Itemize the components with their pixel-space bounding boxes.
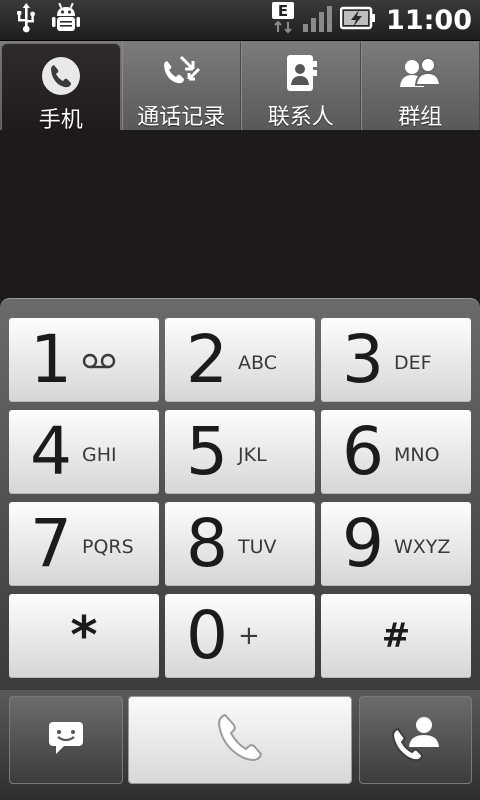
key-6[interactable]: 6 MNO [321, 410, 471, 494]
key-letters: + [238, 621, 260, 651]
groups-icon [398, 53, 442, 93]
key-letters: TUV [238, 536, 277, 558]
phone-handset-icon [213, 711, 267, 769]
key-hash[interactable]: # [321, 594, 471, 678]
call-button[interactable] [128, 696, 352, 784]
key-star[interactable]: * [9, 594, 159, 678]
call-log-icon [159, 53, 203, 93]
voicemail-icon [82, 352, 138, 375]
sms-button[interactable] [9, 696, 123, 784]
key-digit: 8 [186, 505, 228, 582]
message-icon [46, 719, 86, 761]
add-call-contact-icon [389, 713, 443, 767]
key-letters: PQRS [82, 536, 134, 558]
key-2[interactable]: 2 ABC [165, 318, 315, 402]
key-letters: JKL [238, 444, 267, 466]
tab-groups[interactable]: 群组 [360, 41, 480, 130]
key-8[interactable]: 8 TUV [165, 502, 315, 586]
key-0[interactable]: 0 + [165, 594, 315, 678]
key-3[interactable]: 3 DEF [321, 318, 471, 402]
key-letters: DEF [394, 352, 432, 374]
battery-charging-icon [339, 4, 376, 36]
tab-label: 通话记录 [137, 105, 226, 130]
tab-contacts[interactable]: 联系人 [241, 41, 361, 130]
usb-icon [14, 3, 38, 37]
key-5[interactable]: 5 JKL [165, 410, 315, 494]
key-digit: 9 [342, 505, 384, 582]
key-1[interactable]: 1 [9, 318, 159, 402]
key-digit: 5 [186, 413, 228, 490]
signal-icon [302, 3, 334, 37]
key-digit: 3 [342, 321, 384, 398]
dial-keypad: 1 2 ABC 3 DEF 4 GHI 5 JKL 6 MNO 7 PQRS 8… [0, 298, 480, 691]
dialed-number-display[interactable] [0, 130, 480, 298]
key-letters: MNO [394, 444, 440, 466]
key-digit: # [381, 616, 411, 656]
key-digit: 0 [186, 597, 228, 674]
dialer-action-bar [0, 690, 480, 800]
key-4[interactable]: 4 GHI [9, 410, 159, 494]
key-9[interactable]: 9 WXYZ [321, 502, 471, 586]
tab-phone[interactable]: 手机 [1, 43, 121, 133]
key-letters: GHI [82, 444, 117, 466]
key-digit: 2 [186, 321, 228, 398]
tab-bar: 手机 通话记录 联系人 群组 [0, 41, 480, 133]
key-digit: 1 [30, 321, 72, 398]
status-clock: 11:00 [386, 4, 472, 36]
key-digit: 4 [30, 413, 72, 490]
phone-icon [39, 56, 83, 96]
key-digit: 7 [30, 505, 72, 582]
edge-network-icon: E [270, 1, 296, 39]
key-digit: 6 [342, 413, 384, 490]
debug-icon [50, 2, 82, 38]
add-contact-button[interactable] [359, 696, 472, 784]
tab-label: 群组 [398, 105, 443, 130]
key-letters: ABC [238, 352, 277, 374]
key-7[interactable]: 7 PQRS [9, 502, 159, 586]
tab-label: 联系人 [267, 105, 334, 130]
status-bar: E 11:00 [0, 0, 480, 41]
contacts-icon [279, 53, 323, 93]
key-digit: * [70, 606, 98, 666]
network-type-label: E [278, 2, 288, 20]
key-letters: WXYZ [394, 536, 451, 558]
tab-call-log[interactable]: 通话记录 [121, 41, 241, 130]
